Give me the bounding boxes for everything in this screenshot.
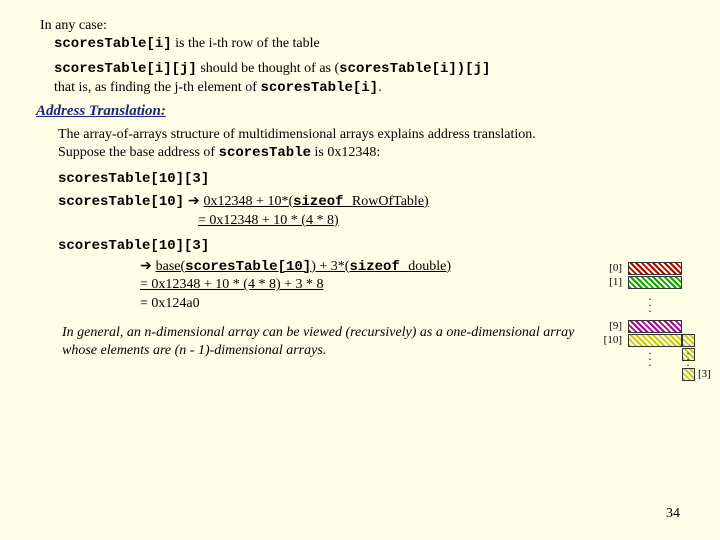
calc1: scoresTable[10] ➔ 0x12348 + 10*(sizeof R… [58,191,688,231]
ij-expr: scoresTable[i][j] [54,61,197,77]
row-line: scoresTable[i] is the i-th row of the ta… [54,36,688,52]
explain2b: scoresTable [219,145,311,161]
diag-label-10: [10] [598,334,622,346]
calc1-line2: = 0x12348 + 10 * (4 * 8) [58,213,339,228]
arrow-icon: ➔ [184,192,204,208]
ij-tail-code: scoresTable[i] [260,80,378,96]
intro-text: In any case: [40,18,688,34]
vdots-icon: ··· [648,350,652,368]
ij-mid: should be thought of as ( [197,61,339,76]
diag-label-0: [0] [598,262,622,274]
diag-label-c3: [3] [698,368,711,380]
explain-block: The array-of-arrays structure of multidi… [58,126,578,162]
explain2a: Suppose the base address of [58,145,219,160]
calc2-line2: = 0x12348 + 10 * (4 * 8) + 3 * 8 [58,277,324,292]
explain1: The array-of-arrays structure of multidi… [58,127,536,142]
vdots-icon: ··· [686,350,690,368]
diag-row-9 [628,320,682,333]
explain2c: is 0x12348: [311,145,380,160]
slide: In any case: scoresTable[i] is the i-th … [0,0,720,540]
row-text: is the i-th row of the table [172,36,320,51]
calc1-lhs: scoresTable[10] [58,194,184,210]
diag-row-1 [628,276,682,289]
target-expr: scoresTable[10][3] [58,171,209,187]
calc2-line3: = 0x124a0 [58,296,200,311]
row-expr: scoresTable[i] [54,36,172,52]
section-heading: Address Translation: [36,103,688,120]
diag-row-0 [628,262,682,275]
ij-block: scoresTable[i][j] should be thought of a… [54,60,554,97]
calc2-row: ➔ base(scoresTable[10]) + 3*(sizeof doub… [58,259,451,274]
calc1-rhs: 0x12348 + 10*(sizeof RowOfTable) [204,194,429,209]
general-note: In general, an n-dimensional array can b… [62,324,582,359]
array-diagram: [0] [1] ··· [9] [10] ··· ··· [3] [598,262,698,442]
page-number: 34 [666,506,680,522]
diag-label-1: [1] [598,276,622,288]
ij-paren: scoresTable[i])[j] [339,61,490,77]
calc2: scoresTable[10][3] ➔ base(scoresTable[10… [58,237,688,315]
calc2-lhs: scoresTable[10][3] [58,238,209,254]
diag-row10-c3 [682,368,695,381]
diag-row-10 [628,334,682,347]
vdots-icon: ··· [648,296,652,314]
ij-tail: that is, as finding the j-th element of [54,80,260,95]
target-expr-line: scoresTable[10][3] [58,170,688,189]
arrow-icon: ➔ [140,257,156,273]
diag-label-9: [9] [598,320,622,332]
